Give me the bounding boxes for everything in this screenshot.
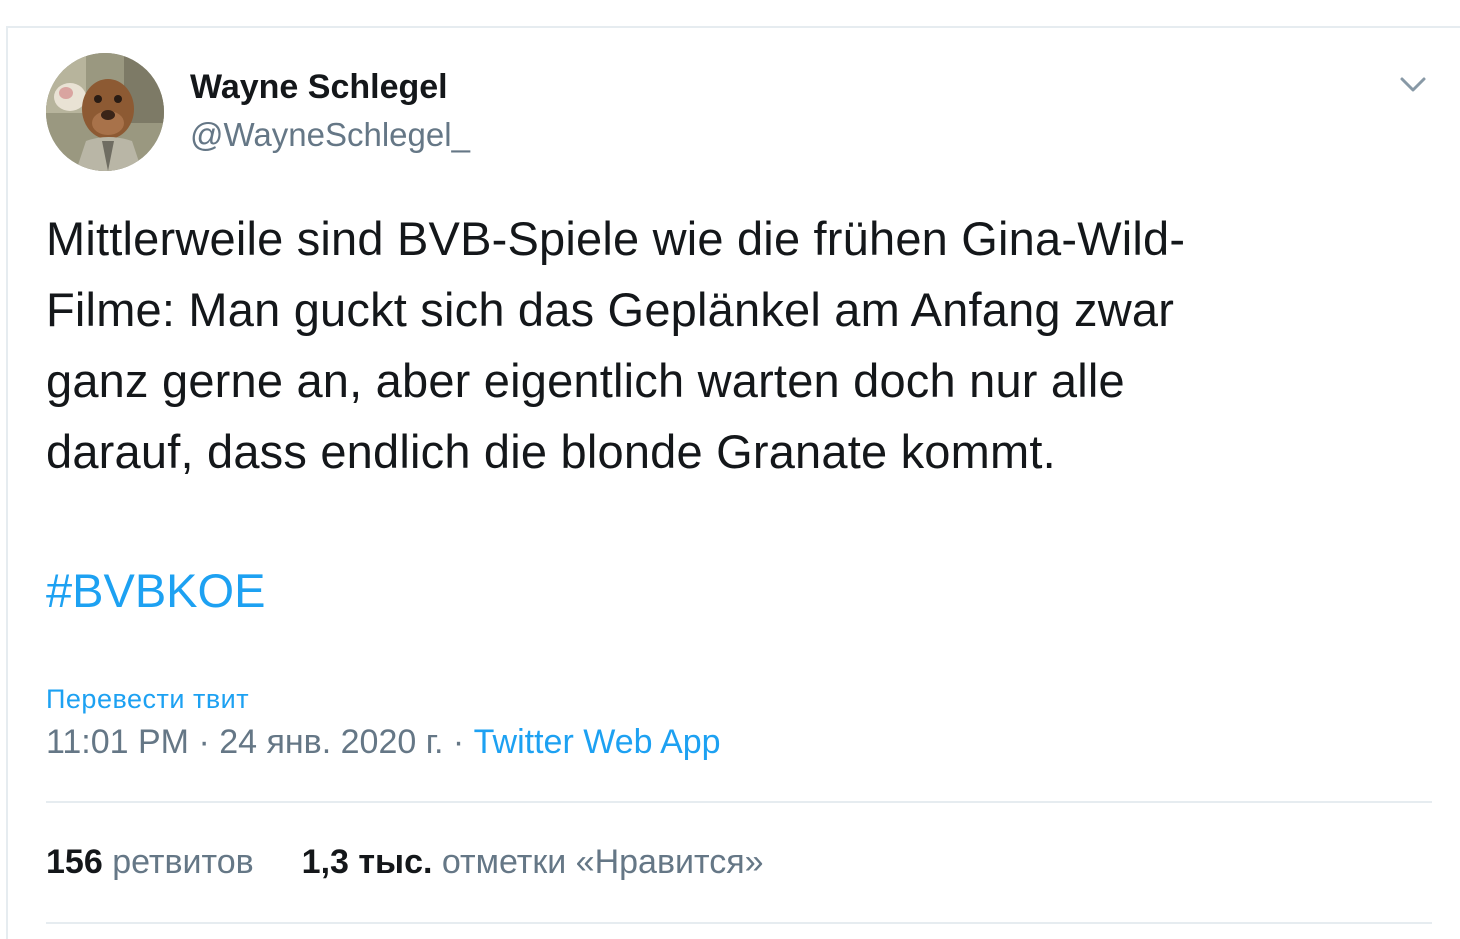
retweets-count: 156 — [46, 843, 103, 881]
chevron-down-icon — [1400, 77, 1426, 92]
avatar-photo-icon — [46, 53, 164, 171]
tweet-source-link[interactable]: Twitter Web App — [474, 723, 721, 761]
retweets-label: ретвитов — [112, 843, 254, 881]
divider — [46, 922, 1432, 924]
likes-stat[interactable]: 1,3 тыс. отметки «Нравится» — [302, 843, 764, 882]
tweet-text-line: ganz gerne an, aber eigentlich warten do… — [46, 354, 1125, 407]
tweet-text-line: Filme: Man guckt sich das Geplänkel am A… — [46, 283, 1175, 336]
avatar[interactable] — [46, 53, 164, 171]
tweet-stats: 156 ретвитов 1,3 тыс. отметки «Нравится» — [46, 843, 764, 882]
likes-label: отметки «Нравится» — [441, 843, 764, 881]
tweet-date[interactable]: 24 янв. 2020 г. — [219, 723, 443, 761]
meta-separator: · — [189, 723, 220, 761]
likes-count: 1,3 тыс. — [301, 843, 433, 881]
divider — [46, 801, 1432, 803]
tweet-text-line: Mittlerweile sind BVB-Spiele wie die frü… — [46, 212, 1186, 265]
tweet-time[interactable]: 11:01 PM — [46, 723, 189, 761]
user-handle[interactable]: @WayneSchlegel_ — [190, 116, 470, 154]
translate-tweet-link[interactable]: Перевести твит — [46, 684, 249, 715]
retweets-stat[interactable]: 156 ретвитов — [46, 843, 254, 882]
tweet-text: Mittlerweile sind BVB-Spiele wie die frü… — [46, 203, 1446, 487]
meta-separator: · — [443, 723, 474, 761]
tweet-meta: 11:01 PM · 24 янв. 2020 г. · Twitter Web… — [46, 723, 721, 762]
tweet-menu-button[interactable] — [1392, 66, 1434, 104]
tweet-text-line: darauf, dass endlich die blonde Granate … — [46, 425, 1056, 478]
hashtag-link[interactable]: #BVBKOE — [46, 563, 265, 618]
user-display-name[interactable]: Wayne Schlegel — [190, 68, 448, 107]
